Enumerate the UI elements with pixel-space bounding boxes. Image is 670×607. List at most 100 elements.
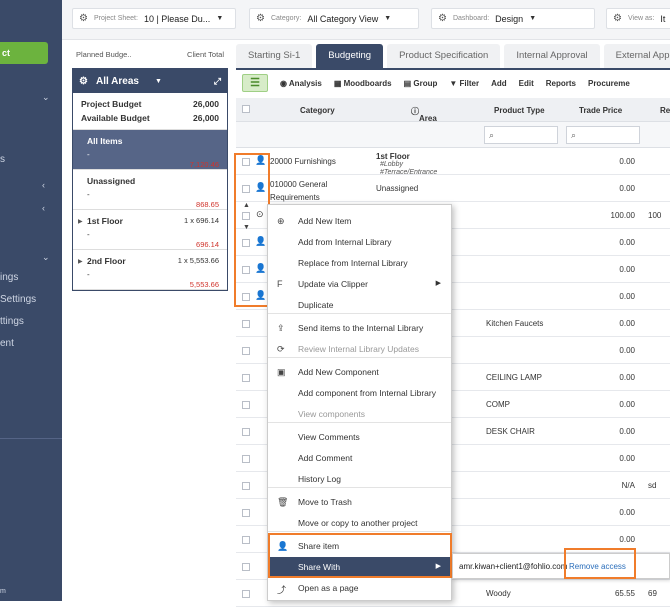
column-re[interactable]: Re [660, 106, 670, 115]
context-menu-label: Add New Component [298, 367, 379, 377]
shared-email: amr.kiwan+client1@fohlio.com [459, 562, 568, 571]
row-checkbox[interactable] [242, 536, 250, 544]
gear-icon[interactable]: ⚙ [438, 13, 447, 24]
client-total-select[interactable]: Client Total [187, 50, 224, 59]
open-page-icon: ⤴ [277, 585, 287, 595]
trade-price-cell: 0.00 [619, 157, 635, 166]
context-menu-label: Replace from Internal Library [298, 258, 408, 268]
product-type-filter[interactable]: ⌕ [484, 126, 558, 144]
chevron-down-icon[interactable]: ⌄ [42, 252, 50, 263]
context-menu-item[interactable]: Replace from Internal Library [268, 253, 451, 273]
analysis-button[interactable]: ◉ Analysis [280, 79, 322, 88]
column-trade-price[interactable]: Trade Price [579, 106, 622, 115]
edit-button[interactable]: Edit [519, 79, 534, 88]
context-menu-item[interactable]: Add Comment [268, 448, 451, 468]
filter-button[interactable]: ▼ Filter [449, 79, 479, 88]
tab-internal-approval[interactable]: Internal Approval [504, 44, 600, 68]
add-button[interactable]: Add [491, 79, 507, 88]
gear-icon[interactable]: ⚙ [79, 76, 88, 87]
row-checkbox[interactable] [242, 563, 250, 571]
move-up-icon[interactable]: ▲ [243, 202, 250, 209]
tab-product-specification[interactable]: Product Specification [387, 44, 501, 68]
expand-arrow-icon[interactable]: ▶ [78, 218, 83, 225]
row-checkbox[interactable] [242, 428, 250, 436]
row-checkbox[interactable] [242, 455, 250, 463]
trade-price-filter[interactable]: ⌕ [566, 126, 640, 144]
context-menu-item[interactable]: View Comments [268, 427, 451, 447]
context-menu-item[interactable]: ⇪ Send items to the Internal Library [268, 318, 451, 338]
trade-price-cell: 0.00 [619, 319, 635, 328]
reports-button[interactable]: Reports [546, 79, 576, 88]
tab-budgeting[interactable]: Budgeting [316, 44, 384, 68]
context-menu-item[interactable]: Add component from Internal Library [268, 383, 451, 403]
expand-icon[interactable]: ⤢ [214, 76, 221, 87]
gear-icon[interactable]: ⚙ [79, 13, 88, 24]
context-menu-label: Review Internal Library Updates [298, 344, 419, 354]
sidebar-item[interactable]: s [0, 154, 5, 165]
planned-budget-select[interactable]: Planned Budge.. [76, 50, 131, 59]
dashboard-select[interactable]: ⚙ Dashboard: Design ▼ [431, 8, 595, 29]
all-areas-title[interactable]: All Areas [96, 76, 139, 87]
chevron-left-icon[interactable]: ‹ [42, 180, 45, 190]
context-menu-item[interactable]: F Update via Clipper ▶ [268, 274, 451, 294]
caret-down-icon: ▼ [216, 15, 224, 22]
context-menu-item[interactable]: Add from Internal Library [268, 232, 451, 252]
area-item-all[interactable]: All Items - 7,120.46 [73, 130, 227, 170]
context-menu-item[interactable]: Move or copy to another project [268, 513, 451, 533]
filter-row: ⌕ ⌕ [236, 122, 670, 148]
row-checkbox[interactable] [242, 401, 250, 409]
column-category[interactable]: Category [300, 106, 335, 115]
row-checkbox[interactable] [242, 590, 250, 598]
trash-icon: 🗑 [277, 497, 289, 507]
category-select[interactable]: ⚙ Category: All Category View ▼ [249, 8, 419, 29]
context-menu-item[interactable]: History Log [268, 469, 451, 489]
caret-down-icon[interactable]: ▼ [155, 78, 162, 85]
context-menu-item[interactable]: ⟳ Review Internal Library Updates [268, 339, 451, 359]
expand-arrow-icon[interactable]: ▶ [78, 258, 83, 265]
area-detail: - [87, 230, 90, 239]
move-down-icon[interactable]: ▼ [243, 224, 250, 231]
group-label: Group [413, 78, 438, 88]
project-sheet-label: Project Sheet: [93, 15, 138, 22]
context-menu-item[interactable]: Duplicate [268, 295, 451, 315]
column-area[interactable]: ⓘ Area [411, 106, 437, 123]
sidebar-item-settings-2[interactable]: Settings [0, 294, 36, 305]
menu-divider [268, 357, 451, 358]
menu-icon[interactable]: ☰ [242, 74, 268, 92]
row-checkbox[interactable] [242, 347, 250, 355]
context-menu-item[interactable]: ⤴ Open as a page [268, 578, 451, 598]
moodboards-button[interactable]: ▦ Moodboards [334, 79, 392, 88]
context-menu-item[interactable]: View components [268, 404, 451, 424]
gear-icon[interactable]: ⚙ [613, 13, 622, 24]
tab-external-approval[interactable]: External Appr [603, 44, 670, 68]
context-menu-item[interactable]: 🗑 Move to Trash [268, 492, 451, 512]
view-as-select[interactable]: ⚙ View as: It [606, 8, 670, 29]
sheet-tabs: Starting Si-1 Budgeting Product Specific… [236, 44, 670, 68]
column-product-type[interactable]: Product Type [494, 106, 545, 115]
row-checkbox[interactable] [242, 320, 250, 328]
procurement-button[interactable]: Procureme [588, 79, 630, 88]
trade-price-cell: 0.00 [619, 535, 635, 544]
select-all-checkbox[interactable] [242, 105, 250, 113]
area-item-2nd-floor[interactable]: ▶ 2nd Floor - 1 x 5,553.66 5,553.66 [73, 250, 227, 290]
area-item-1st-floor[interactable]: ▶ 1st Floor - 1 x 696.14 696.14 [73, 210, 227, 250]
sidebar-item-settings[interactable]: ings [0, 272, 18, 283]
project-sheet-select[interactable]: ⚙ Project Sheet: 10 | Please Du... ▼ [72, 8, 236, 29]
row-checkbox[interactable] [242, 509, 250, 517]
table-row[interactable]: 👤 20000 Furnishings 1st Floor #Lobby #Terrac… [236, 148, 670, 176]
chevron-down-icon[interactable]: ⌄ [42, 92, 50, 103]
chevron-left-icon[interactable]: ‹ [42, 203, 45, 213]
sidebar-item-settings-3[interactable]: ttings [0, 316, 24, 327]
context-menu-item[interactable]: ⊕ Add New Item [268, 211, 451, 231]
context-menu-item[interactable]: ▣ Add New Component [268, 362, 451, 382]
product-type-cell: Kitchen Faucets [486, 319, 544, 328]
sidebar-item-management[interactable]: ent [0, 338, 14, 349]
group-button[interactable]: ▤ Group [404, 79, 438, 88]
gear-icon[interactable]: ⚙ [256, 13, 265, 24]
row-checkbox[interactable] [242, 482, 250, 490]
new-project-button[interactable]: ct [0, 42, 48, 64]
area-item-unassigned[interactable]: Unassigned - 868.65 [73, 170, 227, 210]
table-row[interactable]: 👤 010000 General Requirements Unassigned 0.0… [236, 175, 670, 202]
tab-starting[interactable]: Starting Si-1 [236, 44, 313, 68]
row-checkbox[interactable] [242, 374, 250, 382]
